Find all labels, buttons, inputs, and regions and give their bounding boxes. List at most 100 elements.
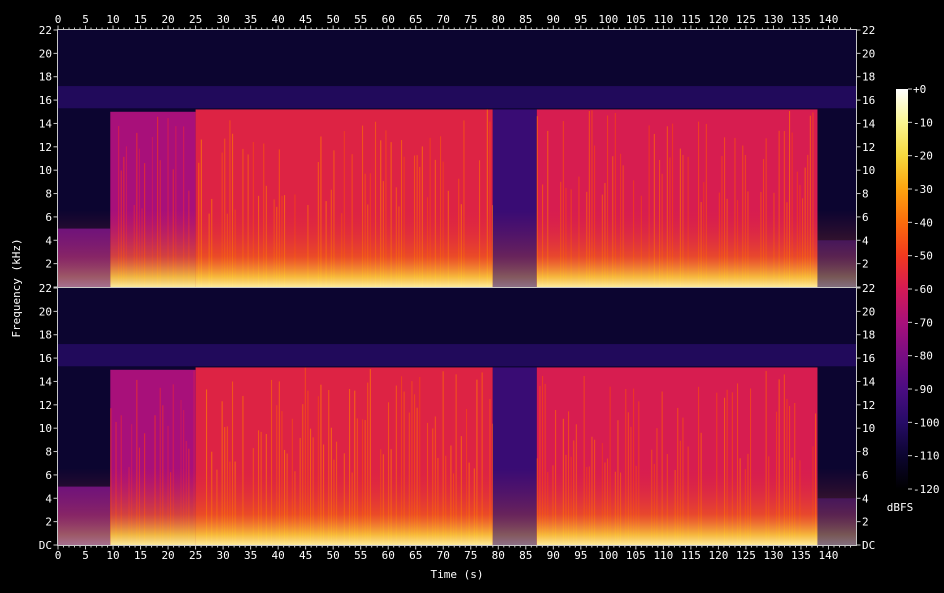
x-tick-label: 100 xyxy=(598,13,618,26)
y-tick-label: 6 xyxy=(862,469,869,482)
y-tick-label: 14 xyxy=(39,375,53,388)
colorbar: +0 -10 -20 -30 -40 -50 -60 -70 -80 -90 -100 -110 -12… xyxy=(887,83,940,514)
colorbar-tick-label: -80 xyxy=(913,350,933,363)
x-tick-label: 120 xyxy=(708,13,728,26)
x-tick-label: 40 xyxy=(272,549,285,562)
y-tick-label: 18 xyxy=(39,329,52,342)
segment-0 xyxy=(58,288,111,545)
y-axis-right: 2 4 6 8 10 12 14 16 18 20 22 DC 2 4 6 8 10 12 14 16 18 20 22 xyxy=(856,24,876,552)
y-tick-label: 6 xyxy=(45,469,52,482)
colorbar-tick-label: -120 xyxy=(913,483,940,496)
x-tick-label: 135 xyxy=(791,549,811,562)
y-tick-label: 8 xyxy=(45,188,52,201)
y-tick-label: 20 xyxy=(39,47,52,60)
spectrogram-chart: 0 5 10 15 20 25 30 35 40 45 50 55 60 65 70 75 80 85 90 95 10… xyxy=(10,13,940,581)
y-tick-label: 16 xyxy=(39,94,52,107)
low-frequency-energy xyxy=(58,288,111,545)
x-tick-label: 135 xyxy=(791,13,811,26)
x-tick-label: 130 xyxy=(764,13,784,26)
y-tick-label: 4 xyxy=(862,234,869,247)
x-tick-label: 35 xyxy=(244,13,257,26)
colorbar-tick-label: -10 xyxy=(913,116,933,129)
x-tick-label: 85 xyxy=(519,549,532,562)
x-tick-label: 30 xyxy=(216,13,229,26)
colorbar-tick-label: -100 xyxy=(913,416,940,429)
y-tick-label: 12 xyxy=(39,399,52,412)
x-tick-label: 85 xyxy=(519,13,532,26)
colorbar-tick-label: -30 xyxy=(913,183,933,196)
x-tick-label: 65 xyxy=(409,13,422,26)
y-tick-label: DC xyxy=(862,539,875,552)
y-tick-label: 2 xyxy=(45,516,52,529)
x-tick-label: 20 xyxy=(161,13,174,26)
y-tick-label: 4 xyxy=(45,234,52,247)
segment-1 xyxy=(110,288,196,545)
y-tick-label: 8 xyxy=(862,446,869,459)
y-tick-label: 22 xyxy=(862,24,875,37)
x-tick-label: 100 xyxy=(598,549,618,562)
x-tick-label: 125 xyxy=(736,549,756,562)
y-tick-label: 12 xyxy=(39,141,52,154)
x-tick-label: 125 xyxy=(736,13,756,26)
low-frequency-energy xyxy=(110,30,196,287)
y-tick-label: 8 xyxy=(862,188,869,201)
x-tick-label: 35 xyxy=(244,549,257,562)
segment-4 xyxy=(536,288,818,545)
low-frequency-energy xyxy=(492,30,537,287)
colorbar-tick-label: -60 xyxy=(913,283,933,296)
x-tick-label: 50 xyxy=(327,13,340,26)
segment-2 xyxy=(195,288,494,545)
y-tick-label: 2 xyxy=(45,258,52,271)
segment-4 xyxy=(536,30,818,287)
y-tick-label: 16 xyxy=(862,94,875,107)
x-tick-label: 10 xyxy=(106,549,119,562)
x-tick-label: 75 xyxy=(464,13,477,26)
x-tick-label: 25 xyxy=(189,549,202,562)
y-tick-label: 18 xyxy=(862,71,875,84)
colorbar-label: dBFS xyxy=(887,501,914,514)
y-axis-left: 2 4 6 8 10 12 14 16 18 20 22 DC 2 4 6 8 10 12 14 16 18 20 22 xyxy=(39,24,58,552)
x-tick-label: 140 xyxy=(819,13,839,26)
y-tick-label: 22 xyxy=(39,24,52,37)
x-tick-label: 15 xyxy=(134,13,147,26)
x-tick-label: 0 xyxy=(55,13,62,26)
x-tick-label: 115 xyxy=(681,13,701,26)
x-tick-label: 5 xyxy=(82,549,89,562)
y-tick-label: 16 xyxy=(862,352,875,365)
x-tick-label: 75 xyxy=(464,549,477,562)
segment-2 xyxy=(195,30,494,287)
y-tick-label: 6 xyxy=(862,211,869,224)
low-frequency-energy xyxy=(817,288,856,545)
colorbar-tick-label: -50 xyxy=(913,250,933,263)
y-tick-label: 14 xyxy=(862,375,876,388)
y-tick-label: 6 xyxy=(45,211,52,224)
segment-5 xyxy=(817,30,856,287)
y-tick-label: 22 xyxy=(862,282,875,295)
x-tick-label: 65 xyxy=(409,549,422,562)
spectrogram-channel-2 xyxy=(58,288,856,545)
low-frequency-energy xyxy=(536,30,818,287)
x-tick-label: 115 xyxy=(681,549,701,562)
colorbar-tick-label: -40 xyxy=(913,216,933,229)
y-axis-title: Frequency (kHz) xyxy=(10,238,23,337)
x-tick-label: 55 xyxy=(354,549,367,562)
x-tick-label: 60 xyxy=(382,549,395,562)
y-tick-label: 10 xyxy=(39,422,52,435)
x-tick-label: 90 xyxy=(547,549,560,562)
x-axis-bottom: 0 5 10 15 20 25 30 35 40 45 50 55 60 65 70 75 80 85 90 95 10… xyxy=(55,545,851,562)
y-tick-label: 10 xyxy=(39,164,52,177)
x-tick-label: 60 xyxy=(382,13,395,26)
x-tick-label: 140 xyxy=(819,549,839,562)
y-tick-label: 2 xyxy=(862,258,869,271)
y-tick-label: 2 xyxy=(862,516,869,529)
x-tick-label: 5 xyxy=(82,13,89,26)
segment-3 xyxy=(492,288,537,545)
x-tick-label: 110 xyxy=(653,13,673,26)
segment-5 xyxy=(817,288,856,545)
x-tick-label: 95 xyxy=(574,13,587,26)
x-tick-label: 80 xyxy=(492,13,505,26)
y-tick-label: 10 xyxy=(862,422,875,435)
x-tick-label: 95 xyxy=(574,549,587,562)
y-tick-label: 18 xyxy=(39,71,52,84)
colorbar-tick-label: -70 xyxy=(913,316,933,329)
